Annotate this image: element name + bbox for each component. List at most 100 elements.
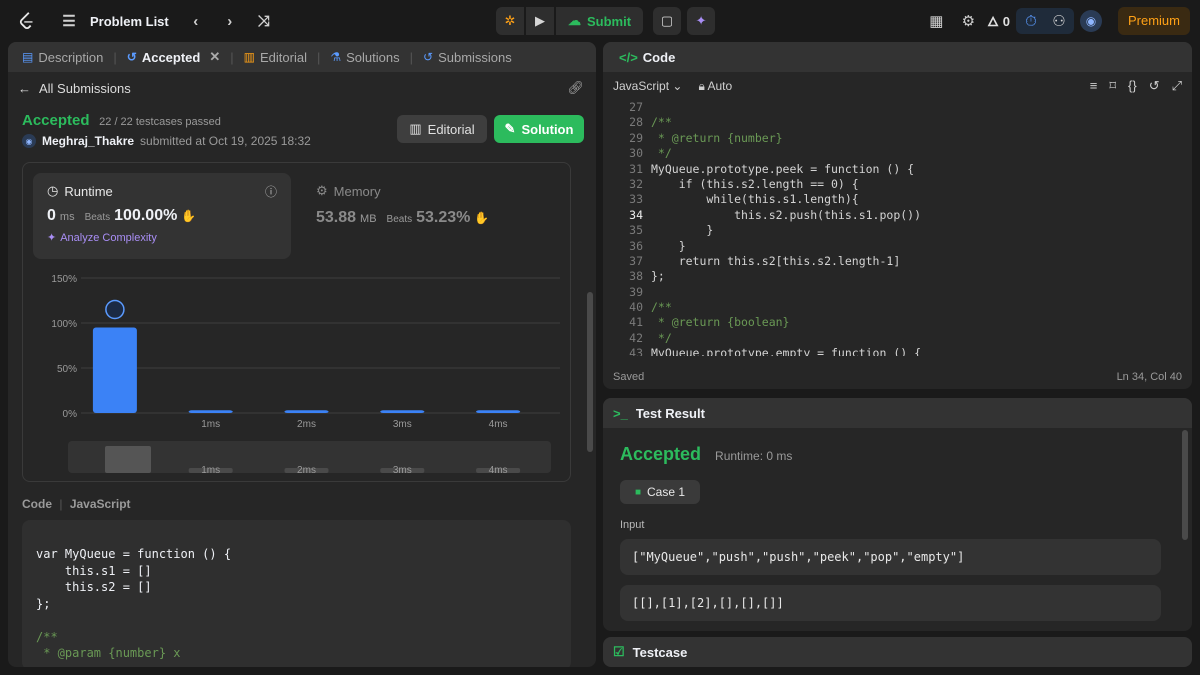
chart-bar (380, 410, 425, 413)
code-line: * @return {boolean} (651, 315, 790, 330)
code-line: }; (36, 596, 51, 611)
code-line: */ (651, 146, 672, 161)
status-title: Accepted (22, 112, 90, 129)
overview-tick-label: 2ms (297, 465, 316, 476)
settings-icon[interactable]: ⚙ (955, 8, 981, 34)
tab-solutions[interactable]: ⚗ Solutions (324, 50, 405, 65)
code-line: }; (651, 269, 665, 284)
line-number: 40 (629, 300, 643, 315)
info-icon[interactable]: ⓘ (265, 183, 277, 200)
run-button[interactable]: ▶ (526, 7, 554, 35)
streak-counter[interactable]: 🜂 0 (987, 8, 1010, 34)
clap-icon: ✋ (474, 211, 490, 225)
editorial-button[interactable]: ▥ Editorial (397, 115, 487, 143)
tab-testcase[interactable]: Testcase (633, 645, 688, 660)
line-number: 35 (629, 223, 643, 238)
code-line: * @return {number} (651, 130, 783, 145)
line-number: 29 (629, 130, 643, 145)
code-line: if (this.s2.length == 0) { (651, 176, 859, 191)
prev-problem-icon[interactable]: ‹ (183, 8, 209, 34)
debug-button[interactable]: ✲ (496, 7, 524, 35)
problem-list-icon[interactable]: ☰ (56, 8, 82, 34)
tab-editorial[interactable]: ▥ Editorial (238, 50, 313, 65)
line-number: 33 (629, 192, 643, 207)
auto-mode-toggle[interactable]: 🔒︎ Auto (698, 79, 732, 94)
code-language-label: Code | JavaScript (22, 497, 131, 511)
editor-lines[interactable]: /** * @return {number} */MyQueue.prototy… (651, 100, 921, 356)
performance-stats: ◷ Runtime ⓘ 0 ms Beats 100.00% ✋ ✦ Analy… (22, 162, 571, 482)
x-tick-label: 1ms (201, 419, 220, 430)
shuffle-icon[interactable]: ⤨ (251, 8, 277, 34)
result-status: Accepted (620, 444, 702, 464)
line-number: 37 (629, 253, 643, 268)
code-line: return this.s2[this.s2.length-1] (651, 253, 901, 268)
runtime-card[interactable]: ◷ Runtime ⓘ 0 ms Beats 100.00% ✋ ✦ Analy… (33, 173, 291, 259)
scrollbar[interactable] (1182, 430, 1188, 540)
avatar[interactable]: ◉ (1079, 10, 1102, 32)
y-tick-label: 100% (51, 319, 77, 330)
code-editor[interactable]: 27 28 29 30 31 32 33 34 35 36 37 38 39 40 41 42 43 /** *… (603, 100, 1192, 356)
tab-test-result[interactable]: Test Result (636, 406, 705, 421)
line-number: 39 (629, 284, 643, 299)
fire-icon: 🜂 (987, 14, 999, 29)
terminal-icon: >_ (613, 405, 628, 421)
notes-button[interactable]: ▢ (653, 7, 682, 35)
scrollbar[interactable] (587, 292, 593, 452)
memory-card[interactable]: ⚙ Memory 53.88 MB Beats 53.23% ✋ (316, 183, 489, 227)
code-line: this.s2 = [] (36, 580, 152, 594)
case-tab[interactable]: ■ Case 1 (620, 480, 700, 504)
leetcode-logo[interactable] (16, 10, 38, 32)
code-line: /** (651, 300, 672, 315)
line-number: 32 (629, 176, 643, 191)
code-line: MyQueue.prototype.empty = function () { (651, 346, 922, 356)
braces-icon[interactable]: {} (1128, 78, 1137, 94)
x-tick-label: 3ms (393, 419, 412, 430)
code-line: */ (651, 330, 672, 345)
cloud-upload-icon: ☁ (568, 13, 581, 28)
next-problem-icon[interactable]: › (217, 8, 243, 34)
chart-bar (476, 410, 521, 413)
clap-icon: ✋ (181, 209, 197, 223)
tab-code[interactable]: </> Code (613, 50, 681, 65)
overview-tick-label: 1ms (201, 465, 220, 476)
reset-icon[interactable]: ↺ (1149, 78, 1160, 94)
runtime-value: 0 (47, 207, 56, 224)
link-icon[interactable]: 🔗︎ (567, 80, 584, 96)
code-line: this.s2.push(this.s1.pop()) (651, 207, 922, 222)
overview-tick-label: 4ms (489, 465, 508, 476)
x-tick-label: 2ms (297, 419, 316, 430)
submit-button[interactable]: ☁ Submit (556, 7, 644, 35)
bookmark-icon[interactable]: ⌑ (1109, 78, 1116, 94)
submitter-name[interactable]: Meghraj_Thakre (42, 134, 134, 148)
analyze-complexity-link[interactable]: ✦ Analyze Complexity (47, 231, 277, 245)
submission-status: Accepted 22 / 22 testcases passed ◉ Megh… (22, 112, 584, 148)
solution-button[interactable]: ✎ Solution (494, 115, 584, 143)
code-line: MyQueue.prototype.peek = function () { (651, 161, 915, 176)
add-user-icon[interactable]: ⚇ (1046, 8, 1072, 34)
code-line: } (651, 238, 686, 253)
tab-accepted[interactable]: ↺ Accepted ✕ (121, 49, 227, 65)
code-line: var MyQueue = function () { (36, 547, 232, 561)
fullscreen-icon[interactable]: ⤢ (1172, 78, 1182, 94)
code-line: /** (36, 629, 58, 644)
line-number: 28 (629, 115, 643, 130)
submitted-at: submitted at Oct 19, 2025 18:32 (140, 134, 311, 148)
premium-button[interactable]: Premium (1117, 7, 1190, 35)
chart-bar (284, 410, 329, 413)
close-tab-icon[interactable]: ✕ (209, 49, 220, 65)
tab-submissions[interactable]: ↺ Submissions (417, 50, 518, 65)
all-submissions-link[interactable]: ← All Submissions (18, 81, 131, 96)
cursor-position: Ln 34, Col 40 (1116, 371, 1182, 383)
code-editor-panel: </> Code JavaScript ⌄ 🔒︎ Auto ≡ ⌑ {} ↺ ⤢… (603, 42, 1192, 389)
problem-list-link[interactable]: Problem List (90, 14, 169, 29)
layout-grid-icon[interactable]: ▦ (923, 8, 949, 34)
language-select[interactable]: JavaScript ⌄ (613, 79, 682, 93)
format-icon[interactable]: ≡ (1090, 78, 1098, 94)
chip-icon: ⚙ (316, 183, 328, 198)
submitted-code[interactable]: var MyQueue = function () { this.s1 = []… (22, 520, 571, 667)
code-icon: </> (619, 49, 638, 65)
ai-sparkle-button[interactable]: ✦ (687, 7, 716, 35)
timer-icon[interactable]: ⏱ (1018, 8, 1044, 34)
tab-description[interactable]: ▤ Description (16, 50, 109, 65)
